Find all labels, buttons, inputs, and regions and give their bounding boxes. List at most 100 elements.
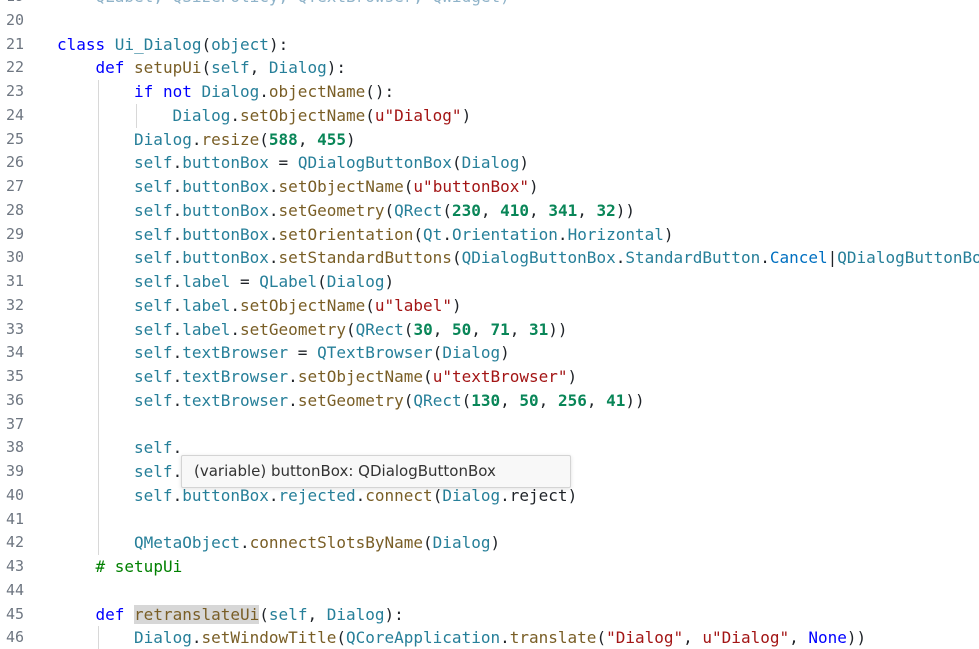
code-token: self (134, 272, 173, 291)
line-number: 29 (5, 224, 24, 243)
code-line[interactable]: 45 def retranslateUi(self, Dialog): (0, 603, 979, 627)
code-line[interactable]: 33 self.label.setGeometry(QRect(30, 50, 7… (0, 317, 979, 342)
code-token: setGeometry (297, 390, 404, 410)
code-token: self (134, 367, 173, 386)
code-token: buttonBox (182, 248, 269, 268)
code-token: . (268, 248, 279, 268)
code-token: Ui_Dialog (114, 34, 202, 54)
code-line[interactable]: 37 (0, 412, 979, 437)
code-token: ) (663, 224, 674, 244)
code-token: u"buttonBox" (413, 177, 530, 196)
line-code: self. (134, 460, 182, 484)
line-number: 19 (4, 0, 24, 9)
code-token: buttonBox (182, 200, 269, 220)
code-token: . (172, 343, 183, 363)
line-code: self.label.setObjectName(u"label") (134, 294, 462, 318)
code-line[interactable]: 31 self.label = QLabel(Dialog) (0, 270, 979, 294)
code-token: StandardButton (625, 248, 761, 268)
line-number: 34 (5, 343, 24, 362)
code-line[interactable]: 20 (0, 9, 979, 33)
code-token: u"Dialog" (702, 628, 790, 648)
code-token: setWindowTitle (201, 628, 337, 648)
code-token: ) (451, 295, 462, 315)
code-line[interactable]: 26 self.buttonBox = QDialogButtonBox(Dial… (0, 151, 979, 175)
code-token: 71 (490, 319, 510, 339)
code-token: 50 (519, 390, 539, 410)
code-token: Dialog (134, 129, 192, 149)
code-line[interactable]: 21 class Ui_Dialog(object): (0, 33, 979, 57)
line-number: 22 (5, 58, 24, 77)
code-token: ) (529, 177, 539, 196)
code-lines[interactable]: 19 QLabel, QSizePolicy, QTextBrowser, QWi… (0, 0, 979, 649)
code-token: buttonBox (182, 153, 269, 173)
code-token: object (211, 34, 269, 54)
line-number: 42 (5, 533, 24, 552)
code-line[interactable]: 32 self.label.setObjectName(u"label") (0, 293, 979, 318)
code-token: self (134, 438, 173, 458)
code-line[interactable]: 42 QMetaObject.connectSlotsByName(Dialog) (0, 531, 979, 555)
code-token: , (471, 319, 491, 339)
line-code: self.textBrowser = QTextBrowser(Dialog) (134, 341, 510, 365)
code-line[interactable]: 24 Dialog.setObjectName(u"Dialog") (0, 103, 979, 128)
code-line[interactable]: 25 Dialog.resize(588, 455) (0, 127, 979, 152)
code-token: connectSlotsByName (249, 533, 424, 553)
code-token: ( (451, 248, 462, 268)
code-line[interactable]: 36 self.textBrowser.setGeometry(QRect(130… (0, 388, 979, 413)
code-token: 130 (471, 390, 501, 410)
code-line[interactable]: 19 QLabel, QSizePolicy, QTextBrowser, QWi… (0, 0, 979, 9)
line-number: 24 (5, 105, 24, 124)
code-token: Cancel (769, 248, 828, 268)
code-line[interactable]: 43 # setupUi (0, 555, 979, 579)
code-line[interactable]: 29 self.buttonBox.setOrientation(Qt.Orien… (0, 222, 979, 247)
code-token: . (172, 367, 183, 386)
code-token: , (789, 628, 809, 648)
code-line[interactable]: 44 (0, 579, 979, 603)
code-line[interactable]: 28 self.buttonBox.setGeometry(QRect(230, … (0, 198, 979, 223)
code-line[interactable]: 46 Dialog.setWindowTitle(QCoreApplication… (0, 626, 979, 649)
line-number: 32 (5, 295, 24, 314)
code-token: ( (403, 390, 414, 410)
code-token: QRect (413, 390, 462, 410)
code-token: ( (259, 129, 269, 149)
line-number: 36 (5, 390, 24, 409)
code-line[interactable]: 30 self.buttonBox.setStandardButtons(QDia… (0, 246, 979, 270)
code-token: ( (365, 105, 375, 125)
code-token: ( (432, 343, 443, 363)
code-token: Dialog (432, 533, 491, 553)
code-token: label (182, 295, 231, 315)
indent-guide (97, 365, 99, 389)
code-token: ( (384, 200, 395, 220)
code-token: self (134, 200, 173, 220)
code-token: . (230, 295, 241, 315)
code-token: ( (336, 628, 346, 648)
code-token: ( (596, 628, 607, 648)
code-token: reject (509, 485, 568, 505)
code-line[interactable]: 34 self.textBrowser = QTextBrowser(Dialog… (0, 341, 979, 365)
code-token: , (249, 58, 269, 78)
indent-guide (97, 341, 99, 365)
code-token: )) (615, 200, 636, 220)
code-token: textBrowser (182, 367, 289, 386)
line-number: 41 (5, 509, 24, 528)
code-token: self (268, 604, 308, 624)
code-line[interactable]: 22 def setupUi(self, Dialog): (0, 56, 979, 80)
code-token: )) (846, 628, 867, 648)
code-token: u"textBrowser" (432, 367, 568, 386)
code-line[interactable]: 35 self.textBrowser.setObjectName(u"textB… (0, 365, 979, 389)
code-token: None (808, 628, 847, 648)
line-code: self.buttonBox.setObjectName(u"buttonBox… (134, 175, 539, 199)
indent-guide (97, 222, 99, 247)
indent-guide (97, 460, 99, 484)
code-line[interactable]: 41 (0, 507, 979, 532)
line-number: 38 (5, 438, 24, 457)
code-token: , (529, 200, 549, 220)
indent-guide (97, 151, 99, 175)
indent-guide (97, 103, 99, 128)
code-line[interactable]: 23 if not Dialog.objectName(): (0, 80, 979, 104)
indent-guide (97, 388, 99, 413)
code-line[interactable]: 27 self.buttonBox.setObjectName(u"buttonB… (0, 175, 979, 199)
code-editor[interactable]: 19 QLabel, QSizePolicy, QTextBrowser, QWi… (0, 0, 979, 649)
code-token: ) (500, 343, 510, 363)
code-token: . (172, 177, 183, 196)
code-token: , (683, 628, 703, 648)
